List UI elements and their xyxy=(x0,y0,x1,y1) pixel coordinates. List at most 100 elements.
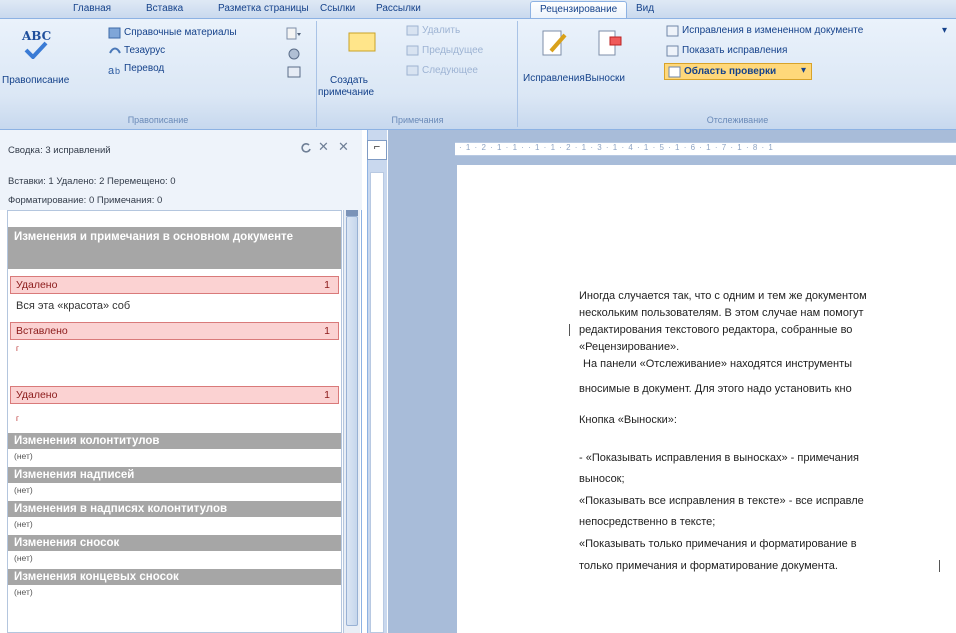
section-endnotes: Изменения концевых сносок xyxy=(8,569,341,585)
tracking-group-label: Отслеживание xyxy=(706,115,769,125)
doc-line: Кнопка «Выноски»: xyxy=(579,414,677,426)
spelling-group-label: Правописание xyxy=(127,115,189,125)
display-review-icon xyxy=(666,25,679,37)
track-changes-button[interactable]: Исправления xyxy=(523,27,585,107)
tab-mailings[interactable]: Рассылки xyxy=(376,3,421,14)
doc-line: нескольким пользователям. В этом случае … xyxy=(579,307,864,319)
revision-type: Удалено xyxy=(16,389,58,401)
reviewing-pane-button[interactable]: Область проверки ▾ xyxy=(664,63,812,80)
doc-line: Иногда случается так, что с одним и тем … xyxy=(579,290,867,302)
section-headers: Изменения колонтитулов xyxy=(8,433,341,449)
spelling-group: ABC Правописание Справочные материалы Те… xyxy=(0,21,317,127)
chevron-down-icon: ▾ xyxy=(801,65,807,76)
doc-line: непосредственно в тексте; xyxy=(579,516,716,528)
display-for-review-dropdown[interactable]: Исправления в измененном документе ▾ xyxy=(666,25,951,39)
show-markup-dropdown[interactable]: Показать исправления xyxy=(666,45,866,59)
reviewing-pane-icon xyxy=(668,66,681,78)
settings-icon[interactable] xyxy=(287,47,301,61)
scrollbar-thumb[interactable] xyxy=(346,216,358,626)
translate-button[interactable]: ab Перевод xyxy=(108,63,258,77)
none-label: (нет) xyxy=(14,587,33,597)
summary-line-1: Вставки: 1 Удалено: 2 Перемещено: 0 xyxy=(8,176,176,187)
svg-text:a: a xyxy=(108,65,115,75)
reviewing-pane: Сводка: 3 исправлений ✕ ✕ Вставки: 1 Уда… xyxy=(0,130,362,633)
dropdown-icon[interactable] xyxy=(286,27,302,41)
research-button[interactable]: Справочные материалы xyxy=(108,27,308,41)
section-header-textboxes: Изменения в надписях колонтитулов xyxy=(8,501,341,517)
section-footnotes: Изменения сносок xyxy=(8,535,341,551)
doc-line: «Рецензирование». xyxy=(579,341,680,353)
summary-line-2: Форматирование: 0 Примечания: 0 xyxy=(8,195,163,206)
comment-icon xyxy=(348,32,376,52)
thesaurus-button[interactable]: Тезаурус xyxy=(108,45,258,59)
delete-comment-button[interactable]: Удалить xyxy=(406,25,506,39)
thesaurus-icon xyxy=(109,47,121,54)
revision-text[interactable]: Вся эта «красота» соб xyxy=(16,300,130,312)
revision-text[interactable]: г xyxy=(16,344,19,353)
comments-group-label: Примечания xyxy=(391,115,444,125)
checkmark-icon xyxy=(24,41,48,59)
none-label: (нет) xyxy=(14,519,33,529)
book-icon xyxy=(108,27,121,39)
vertical-ruler[interactable] xyxy=(370,172,384,633)
reviewing-pane-header: Сводка: 3 исправлений ✕ ✕ Вставки: 1 Уда… xyxy=(0,130,362,210)
doc-line: вносимые в документ. Для этого надо уста… xyxy=(579,383,852,395)
doc-line: - «Показывать исправления в выносках» - … xyxy=(579,452,859,464)
tab-insert[interactable]: Вставка xyxy=(146,3,183,14)
pin-icon[interactable]: ✕ xyxy=(318,139,329,155)
doc-line: редактирования текстового редактора, соб… xyxy=(579,324,853,336)
revision-text[interactable]: г xyxy=(16,414,19,423)
none-label: (нет) xyxy=(14,553,33,563)
ribbon-tabs: Главная Вставка Разметка страницы Ссылки… xyxy=(0,0,956,19)
revision-number: 1 xyxy=(324,325,330,337)
none-label: (нет) xyxy=(14,451,33,461)
section-main-document: Изменения и примечания в основном докуме… xyxy=(8,227,341,269)
close-icon[interactable]: ✕ xyxy=(338,139,349,155)
summary-title: Сводка: 3 исправлений xyxy=(8,145,111,156)
track-changes-icon xyxy=(542,30,567,56)
tab-page-layout[interactable]: Разметка страницы xyxy=(218,3,309,14)
tab-selector-icon[interactable]: ⌐ xyxy=(367,140,387,160)
balloons-icon xyxy=(598,30,622,56)
revision-number: 1 xyxy=(324,279,330,291)
tab-review[interactable]: Рецензирование xyxy=(530,1,628,19)
next-icon xyxy=(406,65,419,76)
previous-comment-button[interactable]: Предыдущее xyxy=(406,45,516,59)
horizontal-ruler[interactable]: · 1 · 2 · 1 · 1 · · 1 · 1 · 2 · 1 · 3 · … xyxy=(455,142,956,156)
doc-line: только примечания и форматирование докум… xyxy=(579,560,838,572)
comments-group: Создать примечание Удалить Предыдущее Сл… xyxy=(318,21,518,127)
refresh-icon[interactable] xyxy=(300,142,312,154)
balloons-button[interactable]: Выноски xyxy=(585,27,635,107)
spelling-label: Правописание xyxy=(2,75,70,86)
show-markup-icon xyxy=(666,45,679,57)
spelling-button[interactable]: ABC Правописание xyxy=(2,27,69,89)
previous-icon xyxy=(406,45,419,56)
doc-line: выносок; xyxy=(579,473,625,485)
revision-number: 1 xyxy=(324,389,330,401)
revision-item[interactable]: Удалено 1 xyxy=(10,386,339,404)
tracking-group: Исправления Выноски Исправления в измене… xyxy=(519,21,956,127)
tab-home[interactable]: Главная xyxy=(73,3,111,14)
none-label: (нет) xyxy=(14,485,33,495)
doc-line: «Показывать все исправления в тексте» - … xyxy=(579,495,864,507)
tab-references[interactable]: Ссылки xyxy=(320,3,355,14)
revisions-list: Изменения и примечания в основном докуме… xyxy=(7,210,342,633)
revision-item[interactable]: Вставлено 1 xyxy=(10,322,339,340)
text-cursor xyxy=(939,560,940,572)
revision-item[interactable]: Удалено 1 xyxy=(10,276,339,294)
doc-line: На панели «Отслеживание» находятся инстр… xyxy=(583,358,853,370)
word-count-icon[interactable] xyxy=(287,65,301,79)
next-comment-button[interactable]: Следующее xyxy=(406,65,516,79)
ribbon: ABC Правописание Справочные материалы Те… xyxy=(0,18,956,130)
doc-line: «Показывать только примечания и форматир… xyxy=(579,538,857,550)
tab-view[interactable]: Вид xyxy=(636,3,654,14)
delete-comment-icon xyxy=(406,25,419,36)
document-page[interactable]: Иногда случается так, что с одним и тем … xyxy=(457,165,956,633)
revision-type: Удалено xyxy=(16,279,58,291)
section-textboxes: Изменения надписей xyxy=(8,467,341,483)
translate-icon: ab xyxy=(108,65,120,75)
chevron-down-icon: ▾ xyxy=(942,25,948,36)
pane-scrollbar[interactable] xyxy=(343,210,360,633)
new-comment-button[interactable]: Создать примечание xyxy=(318,27,382,107)
change-bar xyxy=(569,324,570,336)
